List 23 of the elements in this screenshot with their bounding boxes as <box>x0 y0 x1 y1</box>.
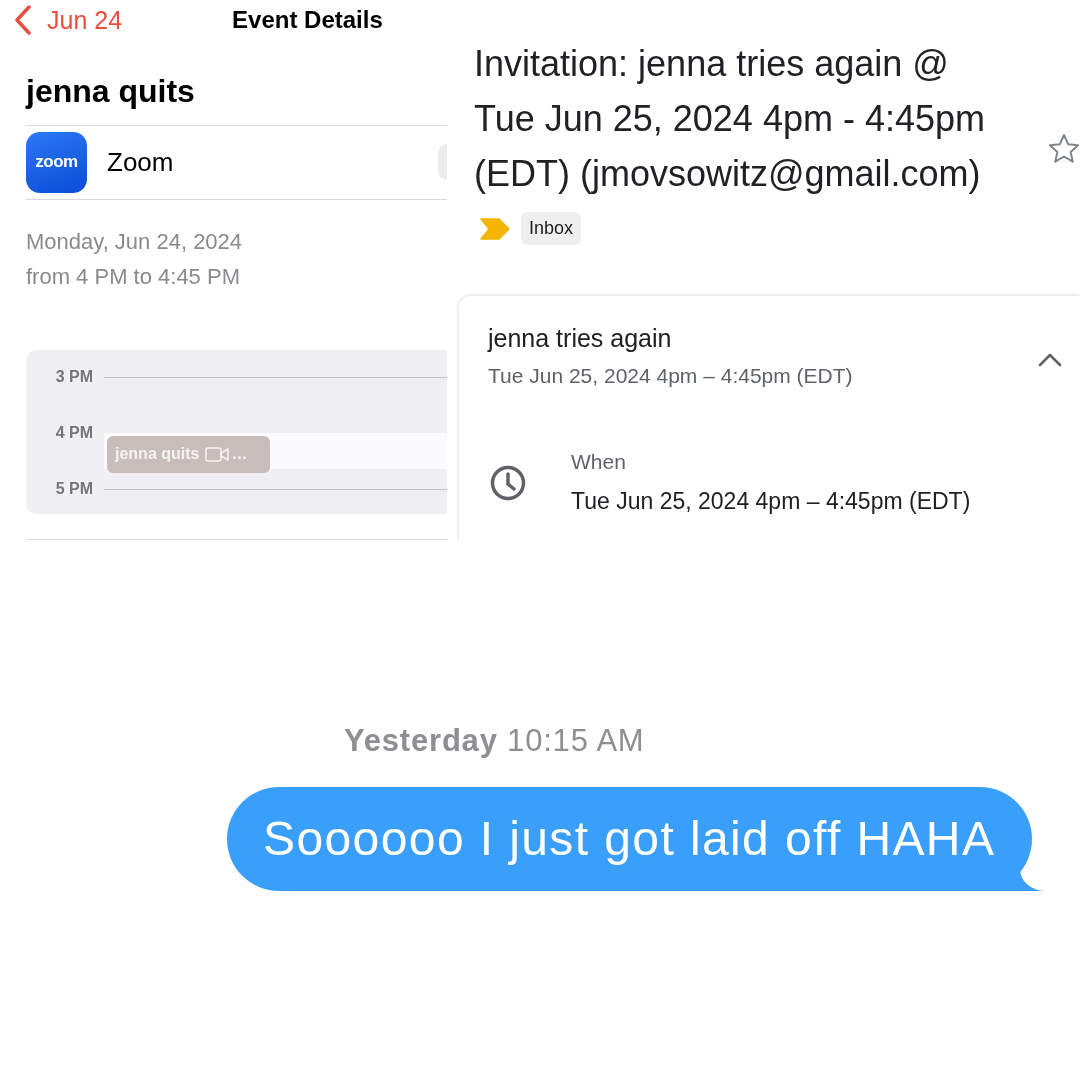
star-icon[interactable] <box>1048 133 1080 164</box>
detail-label: When <box>571 450 626 474</box>
card-subtitle: Tue Jun 25, 2024 4pm – 4:45pm (EDT) <box>488 364 853 388</box>
card-title: jenna tries again <box>488 324 672 353</box>
event-title: jenna quits <box>26 71 196 111</box>
event-time: from 4 PM to 4:45 PM <box>26 263 241 291</box>
detail-value: Tue Jun 25, 2024 4pm – 4:45pm (EDT) <box>571 488 971 515</box>
app-logo: zoom <box>26 132 87 193</box>
screen-title: Event Details <box>232 6 383 35</box>
event-date: Monday, Jun 24, 2024 <box>26 228 244 256</box>
location-name: Zoom <box>107 147 175 178</box>
back-button[interactable]: Jun 24 <box>14 5 123 36</box>
importance-marker-icon[interactable] <box>480 217 510 240</box>
message-timestamp: Yesterday 10:15 AM <box>344 723 645 759</box>
chevron-left-icon <box>14 5 32 36</box>
chevron-up-icon[interactable] <box>1038 353 1062 367</box>
hour-label: 4 PM <box>54 424 93 442</box>
email-subject: Invitation: jenna tries again @ Tue Jun 25, 2024 4pm - 4:45pm (EDT) (jmovsowitz@gmail.com) <box>474 42 986 196</box>
clock-icon <box>490 464 526 501</box>
label-chip[interactable]: Inbox <box>521 212 582 245</box>
hour-label: 5 PM <box>54 480 93 498</box>
ellipsis: … <box>231 445 248 463</box>
hour-label: 3 PM <box>54 368 93 386</box>
